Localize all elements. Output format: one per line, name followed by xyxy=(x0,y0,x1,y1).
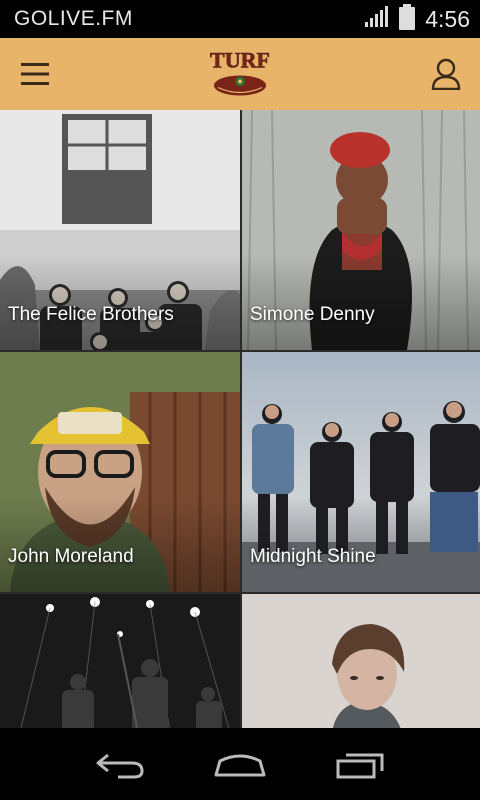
battery-icon xyxy=(399,3,416,35)
artist-photo xyxy=(242,594,480,728)
hamburger-menu-icon[interactable] xyxy=(18,56,54,92)
artist-tile[interactable] xyxy=(242,594,480,728)
user-profile-icon[interactable] xyxy=(428,56,464,92)
carrier-name: GOLIVE.FM xyxy=(14,7,133,30)
artist-name: John Moreland xyxy=(8,546,134,567)
status-indicators: 4:56 xyxy=(365,3,470,35)
home-icon[interactable] xyxy=(205,739,275,789)
artist-tile[interactable]: Simone Denny xyxy=(242,110,480,350)
artist-name: The Felice Brothers xyxy=(8,304,174,325)
artist-name: Midnight Shine xyxy=(250,546,376,567)
artist-name: Simone Denny xyxy=(250,304,375,325)
artist-tile[interactable]: The Felice Brothers xyxy=(0,110,240,350)
system-nav-bar xyxy=(0,728,480,800)
recent-apps-icon[interactable] xyxy=(325,739,395,789)
logo-text: TURF xyxy=(210,48,270,73)
artist-tile[interactable] xyxy=(0,594,240,728)
artist-photo xyxy=(0,594,240,728)
artist-grid: The Felice Brothers Simone Denny John Mo… xyxy=(0,110,480,728)
turf-logo[interactable]: TURF xyxy=(210,44,270,105)
back-icon[interactable] xyxy=(85,739,155,789)
clock: 4:56 xyxy=(425,5,470,32)
app-bar: TURF xyxy=(0,38,480,110)
signal-icon xyxy=(365,5,389,33)
artist-tile[interactable]: Midnight Shine xyxy=(242,352,480,592)
artist-tile[interactable]: John Moreland xyxy=(0,352,240,592)
status-bar: GOLIVE.FM 4:56 xyxy=(0,0,480,38)
